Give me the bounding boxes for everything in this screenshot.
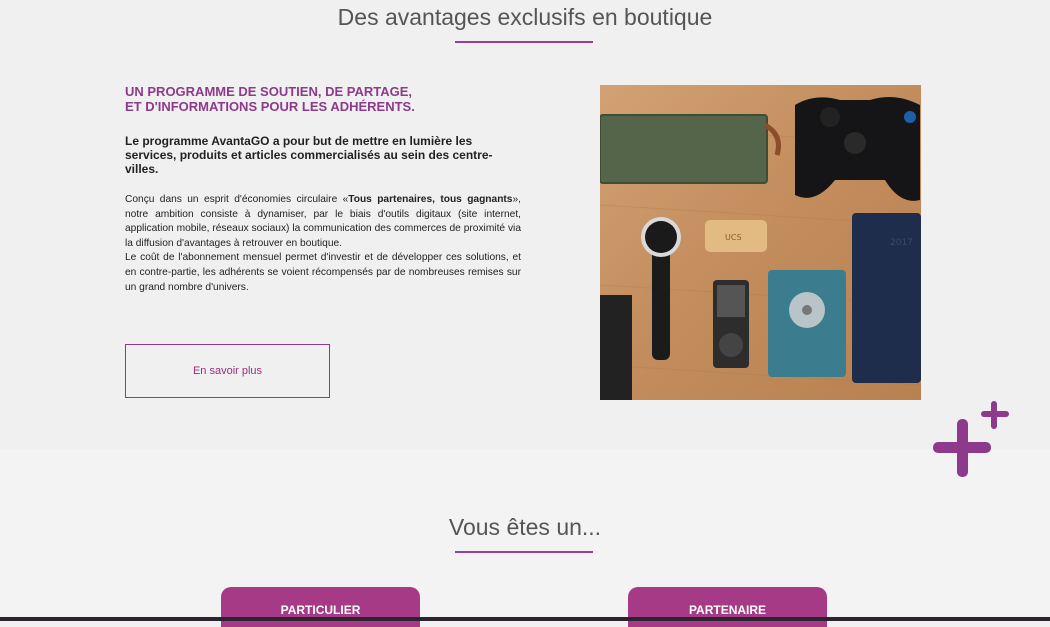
description-paragraph-1: Conçu dans un esprit d'économies circula… [125,193,521,251]
audience-underline [455,551,593,553]
notebook-label: 2017 [890,238,913,248]
lead-line-1: UN PROGRAMME DE SOUTIEN, DE PARTAGE, [125,84,412,99]
plus-icon [930,400,1015,482]
program-lead: UN PROGRAMME DE SOUTIEN, DE PARTAGE, ET … [125,84,465,114]
products-photo: UCS 2017 [600,85,921,400]
learn-more-button[interactable]: En savoir plus [125,344,330,398]
description-text: Conçu dans un esprit d'économies circula… [125,194,349,205]
lead-line-2: ET D'INFORMATIONS POUR LES ADHÉRENTS. [125,99,415,114]
program-description: Conçu dans un esprit d'économies circula… [125,193,521,295]
description-emphasis: Tous partenaires, tous gagnants [348,194,513,205]
advantages-title: Des avantages exclusifs en boutique [337,4,713,30]
program-intro: Le programme AvantaGO a pour but de mett… [125,134,493,176]
audience-title: Vous êtes un... [448,514,602,540]
usb-label: UCS [725,233,742,242]
individual-button[interactable]: PARTICULIER [221,587,420,627]
description-paragraph-2: Le coût de l'abonnement mensuel permet d… [125,252,521,293]
partner-button[interactable]: PARTENAIRE [628,587,827,627]
bottom-bar [0,617,1050,621]
products-photo-illustration: UCS 2017 [600,85,921,400]
title-underline [455,41,593,43]
